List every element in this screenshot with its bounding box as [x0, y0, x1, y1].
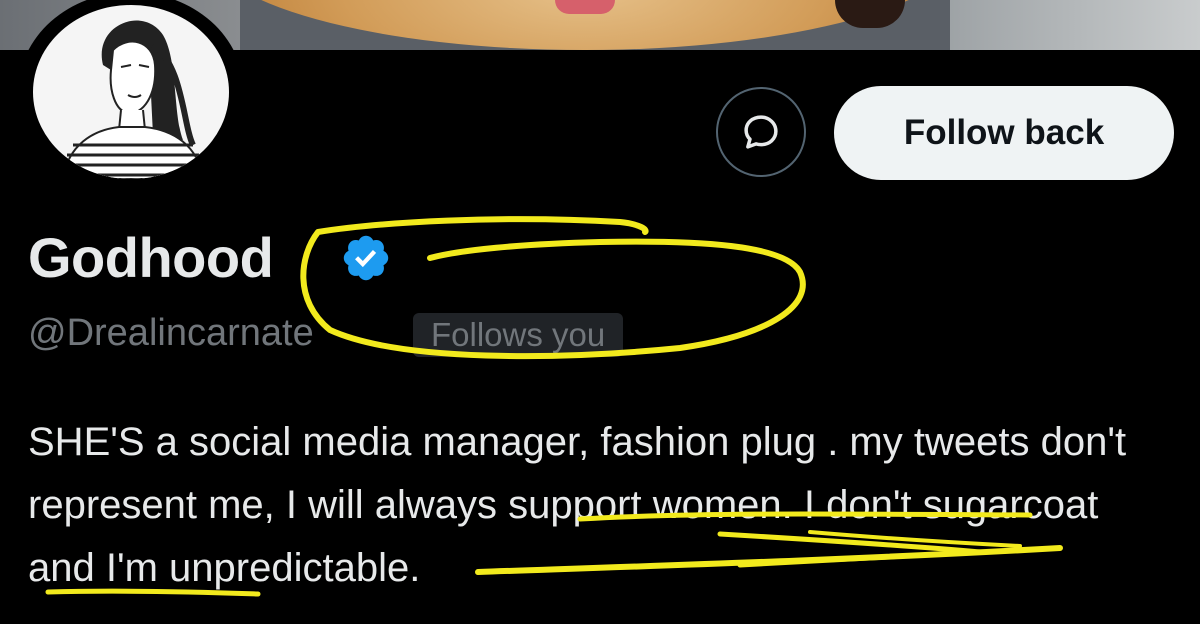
banner-dog-tongue	[555, 0, 615, 14]
follows-you-badge: Follows you	[413, 313, 624, 357]
banner-dog-nose	[835, 0, 905, 28]
message-icon	[744, 115, 778, 149]
display-name: Godhood	[28, 226, 274, 289]
avatar-illustration	[33, 5, 229, 179]
profile-bio: SHE'S a social media manager, fashion pl…	[28, 420, 1127, 590]
message-button[interactable]	[716, 87, 806, 177]
user-handle: @Drealincarnate	[28, 312, 314, 354]
banner-background-right	[950, 0, 1200, 50]
profile-avatar[interactable]	[18, 0, 244, 192]
verified-badge-icon	[343, 235, 389, 281]
follow-back-button[interactable]: Follow back	[834, 86, 1174, 180]
